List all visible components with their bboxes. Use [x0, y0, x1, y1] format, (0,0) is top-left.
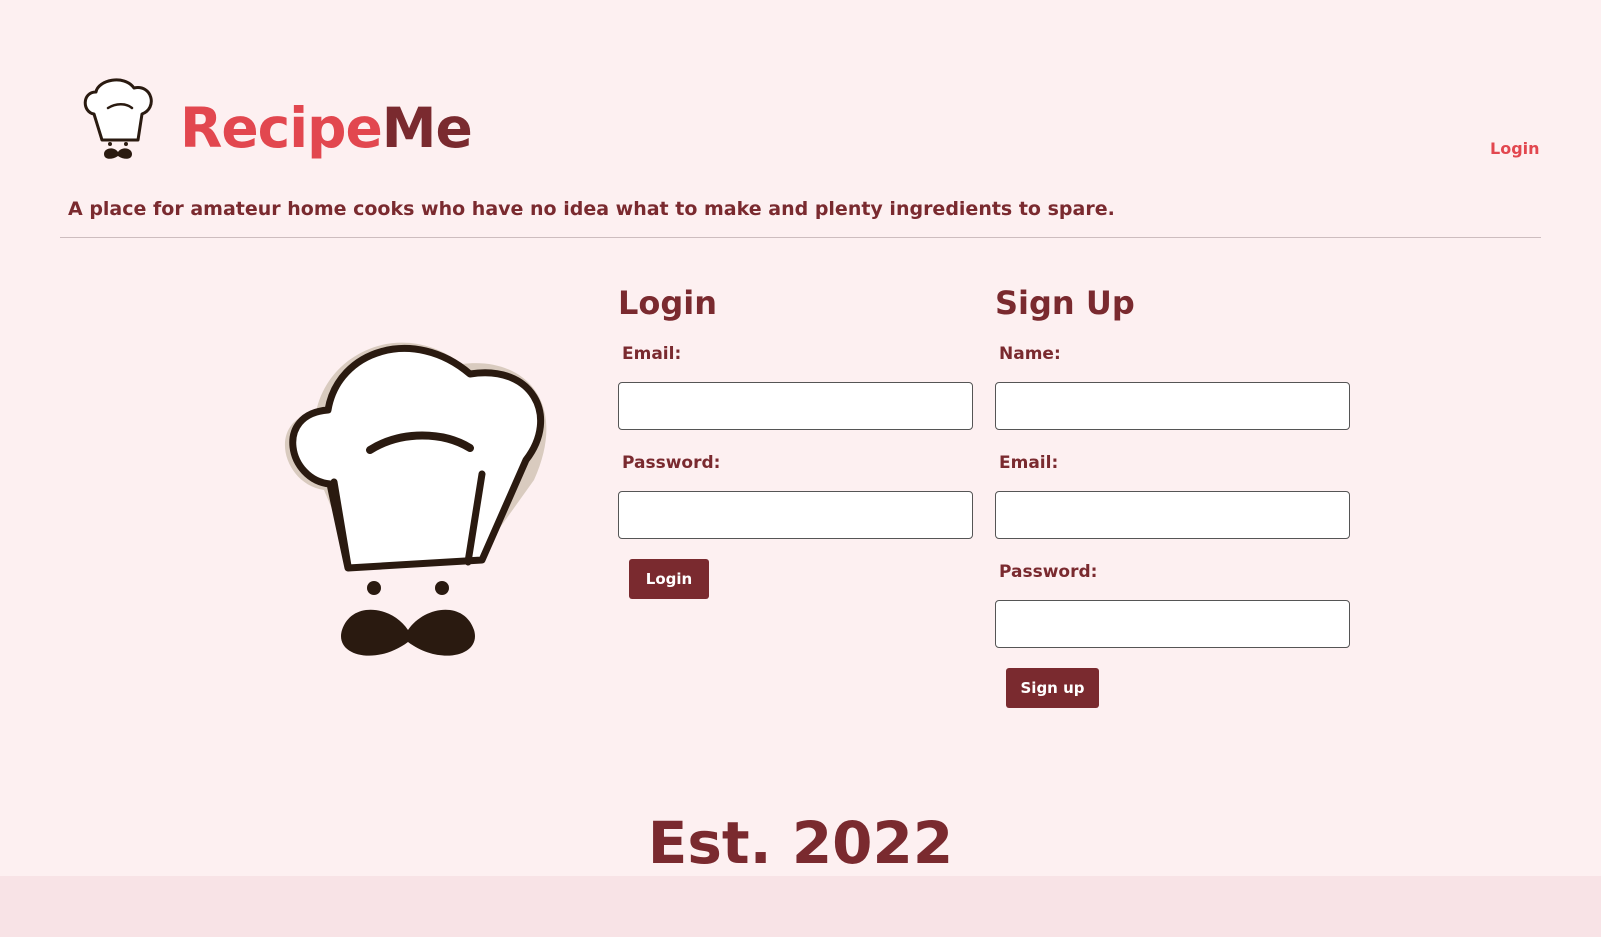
login-form: Login Email: Password: Login — [618, 283, 978, 599]
login-submit-button[interactable]: Login — [629, 559, 709, 599]
footer-band — [0, 876, 1601, 937]
brand-title: RecipeMe — [180, 95, 473, 161]
signup-form: Sign Up Name: Email: Password: Sign up — [995, 283, 1355, 708]
signup-email-input[interactable] — [995, 491, 1350, 539]
signup-title: Sign Up — [995, 284, 1135, 322]
nav-login-link[interactable]: Login — [1490, 139, 1540, 158]
tagline: A place for amateur home cooks who have … — [68, 198, 1115, 220]
signup-name-label: Name: — [999, 344, 1061, 364]
brand-title-part-recipe: Recipe — [180, 96, 383, 160]
brand-title-part-me: Me — [381, 96, 473, 160]
signup-password-input[interactable] — [995, 600, 1350, 648]
established-year: Est. 2022 — [647, 809, 954, 877]
header-divider — [60, 237, 1541, 238]
signup-password-label: Password: — [999, 562, 1098, 582]
login-password-input[interactable] — [618, 491, 973, 539]
login-email-input[interactable] — [618, 382, 973, 430]
signup-email-label: Email: — [999, 453, 1059, 473]
login-email-label: Email: — [622, 344, 682, 364]
signup-name-input[interactable] — [995, 382, 1350, 430]
signup-submit-button[interactable]: Sign up — [1006, 668, 1099, 708]
chef-hat-mustache-illustration-icon — [284, 342, 547, 656]
chef-logo-icon — [83, 78, 153, 159]
login-password-label: Password: — [622, 453, 721, 473]
login-title: Login — [618, 284, 718, 322]
